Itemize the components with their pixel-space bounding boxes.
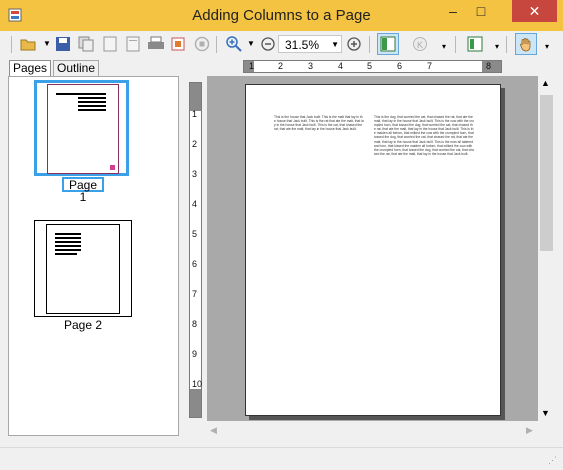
zoom-combo-arrow-icon[interactable]: ▼ xyxy=(331,36,339,54)
zoom-out-icon[interactable] xyxy=(258,34,278,54)
thumbnail-page-1-label[interactable]: Page 1 xyxy=(62,177,104,203)
ruler-number: 1 xyxy=(192,109,198,119)
toolbar-separator xyxy=(506,36,507,53)
selection-marker xyxy=(110,165,115,170)
ruler-number: 10 xyxy=(192,379,203,389)
thumbnail-text-line xyxy=(78,97,106,99)
ruler-number: 8 xyxy=(192,319,198,329)
preview-page: This is the house that Jack built. This … xyxy=(245,84,501,416)
ruler-margin xyxy=(190,83,201,111)
scroll-right-icon[interactable]: ▶ xyxy=(526,425,533,436)
open-icon[interactable] xyxy=(19,34,39,54)
resize-grip-icon[interactable]: ⋰ xyxy=(548,455,557,466)
ruler-number: 8 xyxy=(486,61,492,71)
export-icon[interactable] xyxy=(168,34,188,54)
thumbnail-text-line xyxy=(55,237,81,239)
overflow-icon[interactable]: ▾ xyxy=(495,42,499,51)
print-icon[interactable] xyxy=(146,34,166,54)
ruler-number: 3 xyxy=(308,61,314,71)
save-icon[interactable] xyxy=(53,34,73,54)
horizontal-scrollbar[interactable] xyxy=(207,421,538,438)
thumbnail-text-line xyxy=(55,241,81,243)
thumbnail-text-line xyxy=(78,101,106,103)
maximize-button[interactable]: □ xyxy=(468,0,494,22)
ruler-number: 4 xyxy=(338,61,344,71)
toolbar-separator xyxy=(369,36,370,53)
page-setup-icon[interactable] xyxy=(123,34,143,54)
status-bar xyxy=(0,447,563,470)
thumbnail-text-line xyxy=(55,253,77,255)
stop-icon[interactable] xyxy=(192,34,212,54)
scroll-up-icon[interactable]: ▲ xyxy=(541,78,550,88)
ruler-number: 7 xyxy=(192,289,198,299)
toolbar-separator xyxy=(455,36,456,53)
thumbnail-page-1[interactable] xyxy=(47,84,119,174)
zoom-dropdown-icon[interactable]: ▼ xyxy=(247,39,255,48)
thumbnail-text-line xyxy=(55,249,81,251)
thumbnail-text-line xyxy=(56,93,106,95)
ruler-number: 5 xyxy=(367,61,373,71)
thumbnail-text-line xyxy=(78,109,106,111)
ruler-number: 6 xyxy=(192,259,198,269)
scroll-left-icon[interactable]: ◀ xyxy=(210,425,217,436)
close-button[interactable]: ✕ xyxy=(512,0,557,22)
layout-icon[interactable] xyxy=(465,34,485,54)
thumbnail-page-2-label: Page 2 xyxy=(63,318,103,332)
zoom-in-icon[interactable] xyxy=(224,34,244,54)
vertical-scroll-thumb[interactable] xyxy=(540,95,553,251)
toolbar-separator xyxy=(216,36,217,53)
navigate-icon[interactable]: K xyxy=(410,34,430,54)
ruler-margin xyxy=(190,389,201,417)
tab-outline[interactable]: Outline xyxy=(53,60,100,76)
svg-text:K: K xyxy=(417,40,423,50)
open-dropdown-icon[interactable]: ▼ xyxy=(43,39,51,48)
hand-tool-icon[interactable] xyxy=(515,33,537,55)
copy-icon[interactable] xyxy=(76,34,96,54)
ruler-number: 5 xyxy=(192,229,198,239)
ruler-number: 4 xyxy=(192,199,198,209)
thumbnail-text-line xyxy=(55,245,81,247)
zoom-value: 31.5% xyxy=(285,38,320,52)
ruler-number: 3 xyxy=(192,169,198,179)
ruler-number: 7 xyxy=(427,61,433,71)
horizontal-ruler: 1 2 3 4 5 6 7 8 xyxy=(243,60,502,73)
thumbnails-toggle-icon[interactable] xyxy=(377,33,399,55)
vertical-ruler: 1 2 3 4 5 6 7 8 9 10 xyxy=(189,82,202,418)
thumbnail-page-2[interactable] xyxy=(46,224,120,314)
ruler-number: 6 xyxy=(397,61,403,71)
page-column-2: This is the dog, that worried the cat, t… xyxy=(374,115,474,156)
zoom-combo[interactable]: 31.5% ▼ xyxy=(278,35,342,53)
zoom-plus-icon[interactable] xyxy=(344,34,364,54)
ruler-number: 2 xyxy=(192,139,198,149)
minimize-button[interactable]: – xyxy=(440,0,466,22)
page-icon[interactable] xyxy=(100,34,120,54)
thumbnail-text-line xyxy=(78,105,106,107)
ruler-number: 2 xyxy=(278,61,284,71)
tab-pages[interactable]: Pages xyxy=(9,60,52,76)
ruler-margin xyxy=(482,61,501,72)
overflow-icon[interactable]: ▾ xyxy=(545,42,549,51)
scroll-down-icon[interactable]: ▼ xyxy=(541,408,550,418)
page-column-1: This is the house that Jack built. This … xyxy=(274,115,364,132)
ruler-number: 1 xyxy=(249,61,255,71)
toolbar-grip xyxy=(11,36,12,53)
thumbnail-text-line xyxy=(55,233,81,235)
ruler-number: 9 xyxy=(192,349,198,359)
overflow-icon[interactable]: ▾ xyxy=(442,42,446,51)
